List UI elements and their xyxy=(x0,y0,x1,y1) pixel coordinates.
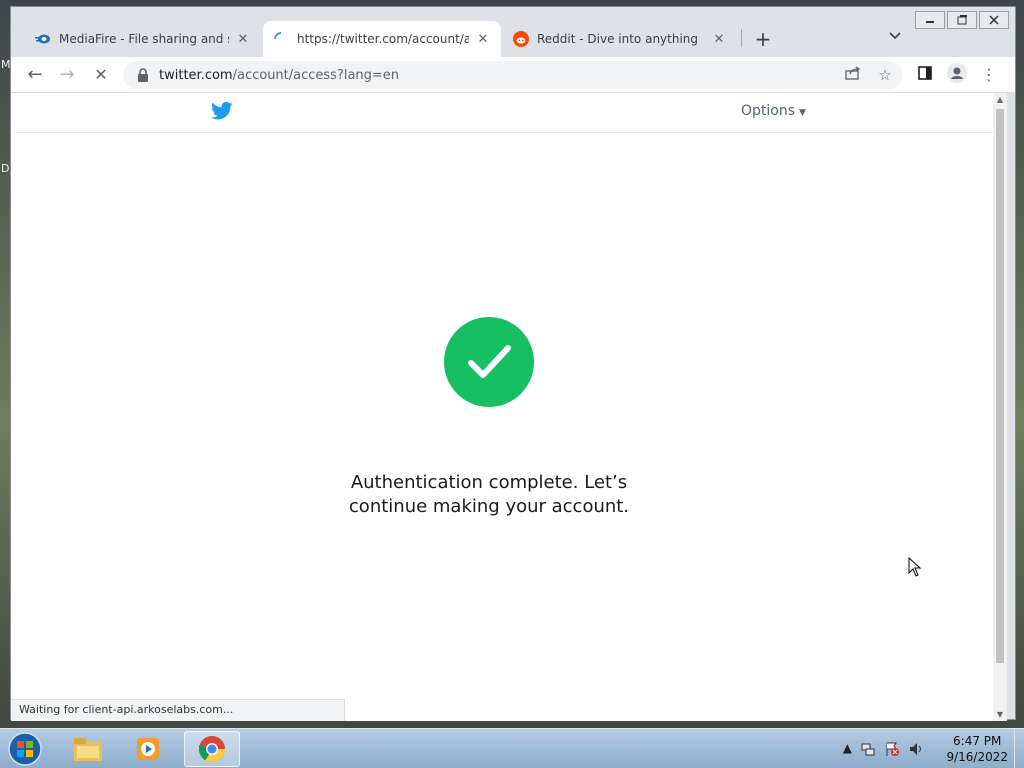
taskbar-explorer[interactable] xyxy=(60,731,116,767)
twitter-header: Options ▼ xyxy=(15,93,995,133)
tab-search-button[interactable] xyxy=(889,29,901,43)
message-line-1: Authentication complete. Let’s xyxy=(350,472,628,493)
system-tray: ▲ xyxy=(843,741,924,757)
folder-icon xyxy=(74,738,102,761)
system-clock[interactable]: 6:47 PM 9/16/2022 xyxy=(946,733,1008,765)
share-icon[interactable] xyxy=(841,63,865,87)
tab-title: MediaFire - File sharing and stora xyxy=(59,32,229,46)
share-glyph xyxy=(845,66,861,80)
stop-loading-button[interactable]: ✕ xyxy=(89,63,113,87)
status-bar: Waiting for client-api.arkoselabs.com... xyxy=(11,699,345,721)
kebab-menu-icon[interactable]: ⋮ xyxy=(977,63,1001,87)
tab-title: https://twitter.com/account/acce xyxy=(297,32,469,46)
close-window-button[interactable] xyxy=(979,11,1009,29)
forward-button[interactable]: → xyxy=(55,63,79,87)
action-center-flag-icon[interactable] xyxy=(884,741,900,757)
vertical-scrollbar[interactable]: ▲ ▼ xyxy=(993,93,1007,721)
new-tab-button[interactable]: + xyxy=(751,27,775,51)
caret-down-icon: ▼ xyxy=(799,108,806,118)
side-panel-icon[interactable] xyxy=(913,63,937,87)
authentication-message: Authentication complete. Let’s continue … xyxy=(339,471,639,519)
window-controls xyxy=(915,11,1009,29)
browser-toolbar: ← → ✕ twitter.com/account/access?lang=en… xyxy=(11,57,1015,93)
close-tab-icon[interactable]: ✕ xyxy=(475,32,491,47)
scroll-down-arrow-icon[interactable]: ▼ xyxy=(993,710,1007,719)
options-menu[interactable]: Options ▼ xyxy=(741,103,806,119)
tab-reddit[interactable]: Reddit - Dive into anything ✕ xyxy=(503,21,737,57)
tab-twitter[interactable]: https://twitter.com/account/acce ✕ xyxy=(263,21,501,57)
success-check-icon xyxy=(444,317,534,407)
volume-icon[interactable] xyxy=(908,741,924,757)
start-button[interactable] xyxy=(6,731,44,767)
tab-mediafire[interactable]: MediaFire - File sharing and stora ✕ xyxy=(25,21,261,57)
loading-spinner-icon xyxy=(274,32,282,40)
taskbar: ▲ 6:47 PM 9/16/2022 xyxy=(0,728,1024,768)
chrome-icon xyxy=(198,736,226,763)
restore-icon xyxy=(957,15,967,25)
side-panel-glyph xyxy=(918,66,932,80)
close-tab-icon[interactable]: ✕ xyxy=(235,32,251,47)
message-line-2: continue making your account. xyxy=(348,496,630,517)
browser-window: MediaFire - File sharing and stora ✕ htt… xyxy=(10,6,1016,721)
taskbar-media-player[interactable] xyxy=(120,731,176,767)
tray-overflow-icon[interactable]: ▲ xyxy=(843,741,852,757)
address-bar[interactable]: twitter.com/account/access?lang=en xyxy=(123,61,903,89)
back-button[interactable]: ← xyxy=(23,63,47,87)
close-tab-icon[interactable]: ✕ xyxy=(711,32,727,47)
tab-strip: MediaFire - File sharing and stora ✕ htt… xyxy=(11,7,1015,57)
minimize-icon xyxy=(926,21,934,23)
twitter-bird-icon xyxy=(211,101,233,120)
tab-title: Reddit - Dive into anything xyxy=(537,32,699,46)
mouse-cursor-icon xyxy=(908,557,922,577)
desktop-icon-label: D xyxy=(1,162,10,175)
page-viewport: Options ▼ Authentication complete. Let’s … xyxy=(11,93,1003,721)
scrollbar-thumb[interactable] xyxy=(996,109,1004,663)
scroll-up-arrow-icon[interactable]: ▲ xyxy=(993,95,1007,104)
mediafire-icon xyxy=(35,34,50,44)
url-path: /account/access?lang=en xyxy=(232,67,400,83)
url-host: twitter.com xyxy=(159,67,233,83)
options-label: Options xyxy=(741,103,796,119)
show-desktop-button[interactable] xyxy=(1014,729,1024,768)
profile-avatar-icon[interactable] xyxy=(945,63,969,87)
taskbar-chrome[interactable] xyxy=(184,731,240,767)
clock-time: 6:47 PM xyxy=(953,734,1002,748)
clock-date: 9/16/2022 xyxy=(946,750,1008,764)
bookmark-star-icon[interactable]: ☆ xyxy=(873,63,897,87)
chevron-down-icon xyxy=(889,32,901,40)
avatar-glyph xyxy=(947,63,967,83)
url-text: twitter.com/account/access?lang=en xyxy=(159,68,399,83)
close-icon xyxy=(989,15,999,25)
restore-button[interactable] xyxy=(947,11,977,29)
minimize-button[interactable] xyxy=(915,11,945,29)
reddit-icon xyxy=(513,31,529,47)
media-player-icon xyxy=(137,738,159,760)
lock-icon xyxy=(138,68,148,82)
network-icon[interactable] xyxy=(860,741,876,757)
tab-separator xyxy=(741,29,742,47)
